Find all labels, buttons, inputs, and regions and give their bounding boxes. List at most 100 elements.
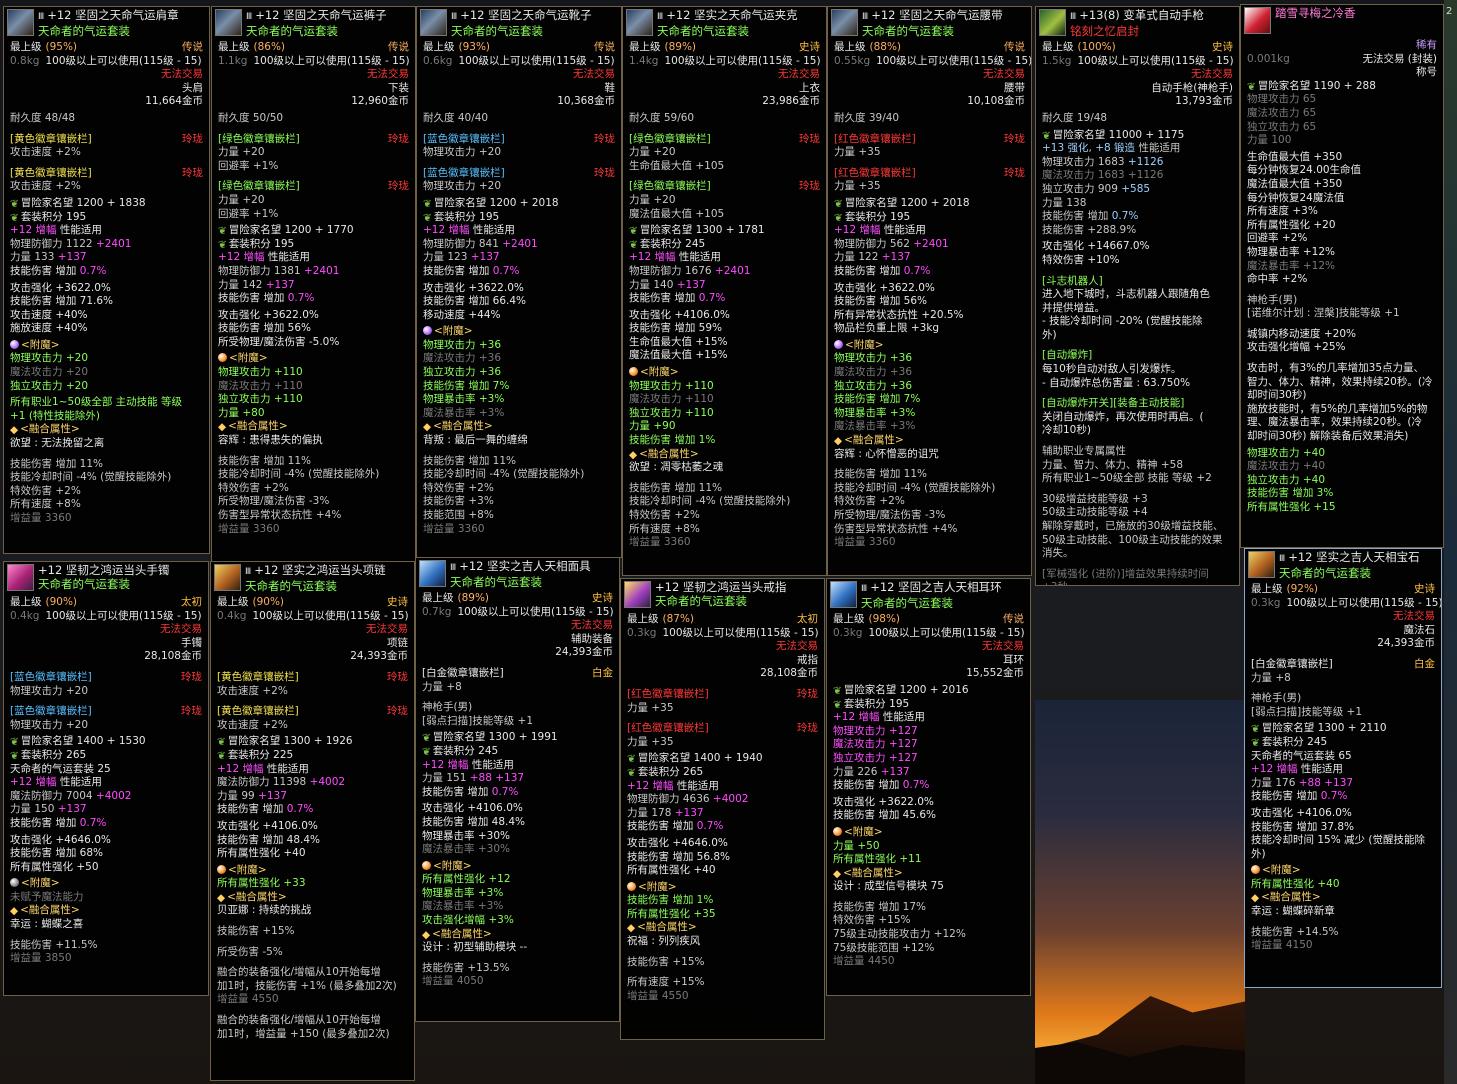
socket-row: [红色徽章镶嵌栏] 玲珑 xyxy=(828,133,1031,147)
item-price: 28,108金币 xyxy=(621,667,824,681)
tooltip-shoulder[interactable]: Ⅲ +12 坚固之天命气运肩章 天命者的气运套装 最上级 (95%) 传说 0.8kg 100… xyxy=(3,6,210,554)
stat-line: 命中率 +2% xyxy=(1247,273,1308,286)
stat-line: 攻击强化 +3622.0% xyxy=(10,281,111,294)
item-header: Ⅲ +12 坚实之吉人天相面具 天命者的气运套装 xyxy=(416,558,619,592)
grade-row: 最上级 (90%) 史诗 xyxy=(211,596,414,610)
stat-text: 套装积分 195 xyxy=(843,697,910,710)
stat-line: 技能伤害 增加 56% xyxy=(218,322,312,335)
stat-part: +88 +137 xyxy=(1298,776,1354,789)
grade-row: 稀有 xyxy=(1241,39,1443,53)
item-weight: 1.5kg xyxy=(1042,54,1072,67)
stat-line: 理、魔法暴击率，效果持续20秒。(冷 xyxy=(1247,416,1422,429)
stat-line: 却时间30秒) 解除装备后效果消失) xyxy=(1247,430,1409,443)
stat-line: 技能伤害 增加 11% xyxy=(423,454,517,467)
socket-label: [绿色徽章镶嵌栏] xyxy=(218,180,300,193)
tooltip-magicstone[interactable]: Ⅲ +12 坚实之吉人天相宝石 天命者的气运套装 最上级 (92%) 史诗 0.3kg 100… xyxy=(1244,548,1442,988)
stat-line: 技能伤害 增加 0.7% xyxy=(4,265,209,279)
stat-text: 套装积分 265 xyxy=(20,748,87,761)
stat-line: 所有属性强化 +40 xyxy=(217,847,306,860)
item-title: Ⅲ +12 坚实之吉人天相面具 xyxy=(450,559,591,576)
stat-line: ❦ 套装积分 245 xyxy=(416,745,619,759)
ring-icon xyxy=(624,581,651,608)
tooltip-jacket[interactable]: Ⅲ +12 坚实之天命气运夹克 天命者的气运套装 最上级 (89%) 史诗 1.4kg 100… xyxy=(622,6,827,576)
stat-line: 魔法攻击力 +36 xyxy=(423,352,501,365)
item-header: +12 坚韧之鸿运当头手镯 天命者的气运套装 xyxy=(4,562,208,596)
stat-line: +12 增幅 性能适用 xyxy=(212,251,415,265)
item-price: 11,664金币 xyxy=(4,95,209,109)
level-requirement: 100级以上可以使用(115级 - 15) xyxy=(252,609,409,622)
grade-row: 最上级 (89%) 史诗 xyxy=(623,41,826,55)
tooltip-belt[interactable]: Ⅲ +12 坚固之天命气运腰带 天命者的气运套装 最上级 (88%) 传说 0.55kg 10… xyxy=(827,6,1032,576)
weight-req-row: 0.6kg 100级以上可以使用(115级 - 15) xyxy=(417,55,621,69)
item-price-text: 24,393金币 xyxy=(1377,637,1435,650)
stat-line: 技能冷却时间 -4% (觉醒技能除外) xyxy=(423,468,585,481)
grade-row: 最上级 (95%) 传说 xyxy=(4,41,209,55)
stat-line: 攻击强化 +14667.0% xyxy=(1042,240,1150,253)
level-requirement: 100级以上可以使用(115级 - 15) xyxy=(1286,596,1442,609)
stat-line: 技能伤害 增加 56.8% xyxy=(627,850,731,863)
tooltip-pants[interactable]: Ⅲ +12 坚固之天命气运裤子 天命者的气运套装 最上级 (86%) 传说 1.1kg 100… xyxy=(211,6,416,562)
weight-req-row: 0.55kg 100级以上可以使用(115级 - 15) xyxy=(828,55,1031,69)
trade-status-text: 无法交易 xyxy=(1191,68,1233,81)
stat-line: 物理攻击力 +20 xyxy=(10,352,88,365)
stat-line: 力量 138 xyxy=(1042,196,1087,209)
item-header: Ⅲ +12 坚固之天命气运肩章 天命者的气运套装 xyxy=(4,7,209,41)
level-requirement: 100级以上可以使用(115级 - 15) xyxy=(1077,54,1234,67)
stat-text: 套装积分 245 xyxy=(639,237,706,250)
stat-line: 攻击强化 +3622.0% xyxy=(423,281,524,294)
stat-line: 技能伤害 增加 56% xyxy=(834,295,928,308)
rarity-label: 太初 xyxy=(797,613,818,625)
stat-line: ❦ 冒险家名望 1200 + 2018 xyxy=(828,197,1031,211)
title-badge-icon xyxy=(1244,7,1271,34)
stat-line: 物理攻击力 +36 xyxy=(423,338,501,351)
stat-line: ◆ <融合属性> xyxy=(623,448,826,462)
stat-line: +12 增幅 性能适用 xyxy=(211,763,414,777)
grade-pct: (93%) xyxy=(458,41,491,53)
diamond-icon: ◆ xyxy=(10,424,19,437)
tooltip-earring[interactable]: Ⅲ +12 坚固之吉人天相耳环 天命者的气运套装 最上级 (98%) 传说 0.3kg 100… xyxy=(826,578,1031,996)
item-header: Ⅲ +12 坚实之鸿运当头项链 天命者的气运套装 xyxy=(211,562,414,596)
tooltip-title[interactable]: 踏雪寻梅之冷香 稀有 0.001kg 无法交易 (封装) 称号 ❦ 冒险家名望 1190 +… xyxy=(1240,4,1444,548)
gun-weapon-icon xyxy=(1039,9,1066,36)
stat-text: <附魔> xyxy=(845,338,884,351)
tooltip-necklace[interactable]: Ⅲ +12 坚实之鸿运当头项链 天命者的气运套装 最上级 (90%) 史诗 0.4kg 100… xyxy=(210,561,415,1081)
stat-line: 伤害型异常状态抗性 +4% xyxy=(834,522,958,535)
stat-part: 物理攻击力 1683 xyxy=(1042,155,1128,168)
tooltip-subequip[interactable]: Ⅲ +12 坚实之吉人天相面具 天命者的气运套装 最上级 (89%) 史诗 0.7kg 100… xyxy=(415,557,620,1022)
trade-status-text: 无法交易 xyxy=(983,68,1025,81)
stat-line: <附魔> xyxy=(623,366,826,380)
trade-status: 无法交易 xyxy=(417,68,621,82)
stat-line: 技能伤害 增加 48.4% xyxy=(217,833,321,846)
stat-part: +12 增幅 xyxy=(833,711,880,724)
stat-text: 套装积分 265 xyxy=(637,765,704,778)
rarity-label: 传说 xyxy=(594,41,615,53)
stat-text: 冒险家名望 1300 + 2110 xyxy=(1261,722,1387,735)
tooltip-shoes[interactable]: Ⅲ +12 坚固之天命气运靴子 天命者的气运套装 最上级 (93%) 传说 0.6kg 100… xyxy=(416,6,622,558)
socket-label: [白金徽章镶嵌栏] xyxy=(422,666,504,679)
tooltip-weapon[interactable]: Ⅲ +13(8) 变革式自动手枪 铭刻之忆启封 最上级 (100%) 史诗 1.5kg 100… xyxy=(1035,6,1240,586)
item-slot-text: 魔法石 xyxy=(1403,623,1436,636)
grade-row: 最上级 (100%) 史诗 xyxy=(1036,41,1239,55)
item-weight: 0.6kg xyxy=(423,54,453,67)
durability: 耐久度 19/48 xyxy=(1042,111,1108,124)
item-price: 24,393金币 xyxy=(211,650,414,664)
stat-line: 冷却10秒) xyxy=(1042,424,1091,437)
stat-part: 魔法攻击力 1683 +1126 xyxy=(1042,169,1164,182)
stat-line: 物理攻击力 +40 xyxy=(1247,446,1325,459)
socket-type: 白金 xyxy=(1414,657,1435,670)
stat-line: 所有属性强化 +40 xyxy=(627,864,716,877)
stat-line: 技能伤害 增加 0.7% xyxy=(623,292,826,306)
stat-line: 所有属性强化 +35 xyxy=(627,907,716,920)
stat-line: 天命者的气运套装 65 xyxy=(1251,749,1352,762)
leaf-icon: ❦ xyxy=(1247,80,1256,93)
stat-line: 技能冷却时间 -4% (觉醒技能除外) xyxy=(10,471,172,484)
weight-req-row: 0.8kg 100级以上可以使用(115级 - 15) xyxy=(4,55,209,69)
grade-pct: (90%) xyxy=(45,596,78,608)
stat-line: 神枪手(男) xyxy=(1251,692,1302,705)
tooltip-bracelet[interactable]: +12 坚韧之鸿运当头手镯 天命者的气运套装 最上级 (90%) 太初 0.4kg 100级… xyxy=(3,561,209,996)
item-header: Ⅲ +12 坚实之吉人天相宝石 天命者的气运套装 xyxy=(1245,549,1441,583)
stat-line: 独立攻击力 +40 xyxy=(1247,473,1325,486)
tooltip-ring[interactable]: +12 坚韧之鸿运当头戒指 天命者的气运套装 最上级 (87%) 太初 0.3kg 100级… xyxy=(620,578,825,1040)
item-price: 12,960金币 xyxy=(212,95,415,109)
